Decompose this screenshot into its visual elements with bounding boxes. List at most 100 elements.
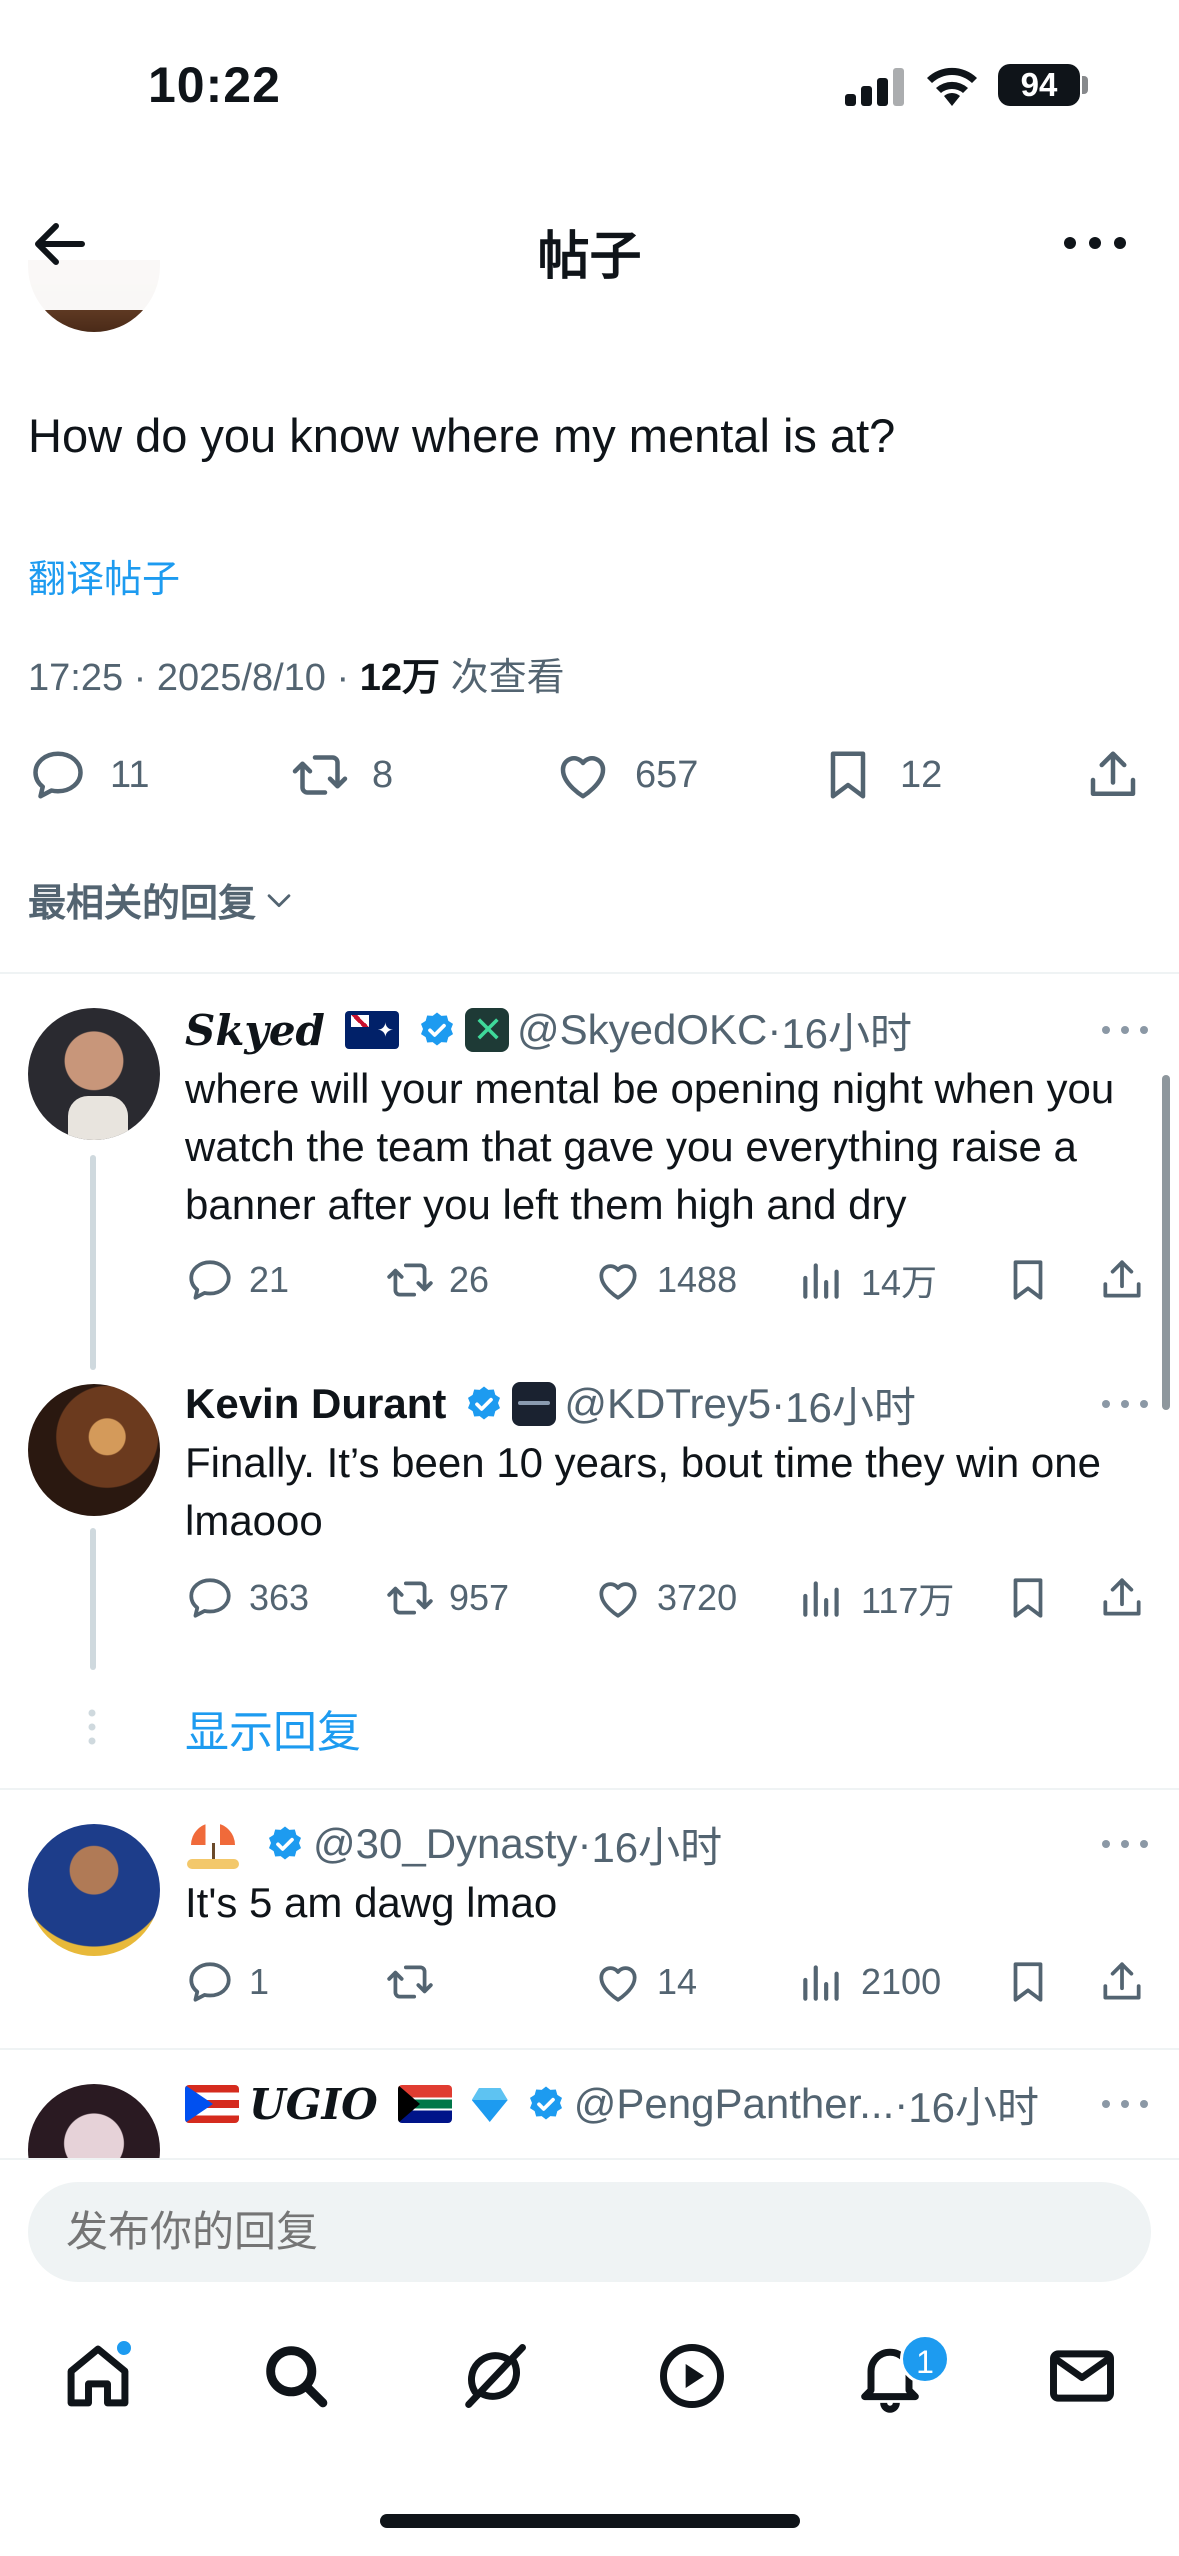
share-button[interactable]	[1097, 1950, 1161, 2014]
bookmark-icon	[1013, 1260, 1043, 1300]
post-time: 17:25	[28, 657, 124, 699]
like-count: 14	[657, 1961, 698, 2002]
reply-icon	[33, 751, 83, 799]
home-unread-dot	[114, 2338, 134, 2358]
gem-icon	[468, 2084, 512, 2124]
meta-separator: ·	[133, 657, 157, 699]
reply-button[interactable]: 21	[185, 1248, 289, 1312]
repost-count: 957	[449, 1577, 510, 1618]
bookmark-button[interactable]	[1003, 1248, 1067, 1312]
verified-badge-icon	[269, 1826, 301, 1860]
reply-icon	[189, 1962, 231, 2002]
views-button[interactable]: 14万	[797, 1248, 937, 1312]
reply-author-name[interactable]: Kevin Durant	[185, 1380, 446, 1428]
post-date: 2025/8/10	[156, 657, 326, 699]
reply-time: 16小时	[908, 2083, 1039, 2131]
repost-button[interactable]: 957	[385, 1566, 509, 1630]
composer-bar	[0, 2158, 1179, 2298]
reply-count: 21	[249, 1259, 290, 1300]
page-title: 帖子	[537, 228, 642, 286]
avatar[interactable]	[28, 1384, 160, 1516]
like-icon	[560, 756, 606, 799]
repost-icon	[387, 1581, 433, 1615]
repost-icon	[387, 1263, 433, 1297]
avatar[interactable]	[28, 1008, 160, 1140]
bookmark-icon	[830, 751, 866, 799]
bookmark-button[interactable]	[1003, 1950, 1067, 2014]
divider	[0, 1788, 1179, 1790]
reply-time: 16小时	[591, 1823, 723, 1871]
thread-line	[90, 1528, 96, 1670]
more-icon[interactable]	[1100, 1022, 1150, 1038]
reply-handle[interactable]: @KDTrey5	[564, 1380, 771, 1428]
share-icon	[1103, 1260, 1141, 1298]
meta-separator: ·	[336, 657, 360, 699]
share-button[interactable]	[1097, 1566, 1161, 1630]
share-button[interactable]	[1083, 735, 1165, 815]
battery-indicator: 94	[998, 64, 1080, 106]
mail-icon	[1050, 2350, 1114, 2402]
reply-input[interactable]	[28, 2182, 1151, 2282]
reply-handle[interactable]: @SkyedOKC	[517, 1006, 767, 1054]
video-icon	[660, 2344, 724, 2408]
repost-button[interactable]: 26	[385, 1248, 489, 1312]
reply-header: @30_Dynasty · 16小时	[185, 1814, 722, 1874]
bookmark-count: 12	[900, 753, 943, 796]
chevron-down-icon	[267, 893, 291, 907]
wifi-icon	[927, 67, 977, 106]
like-button[interactable]: 3720	[593, 1566, 737, 1630]
reply-text: where will your mental be opening night …	[185, 1065, 1115, 1228]
meta-separator: ·	[767, 1006, 782, 1053]
tab-messages[interactable]	[1044, 2338, 1124, 2418]
battery-cap	[1082, 76, 1088, 94]
like-icon	[599, 1582, 637, 1618]
more-icon[interactable]	[1100, 2096, 1150, 2112]
reply-header: 𝑼𝑮𝑰𝑶 @PengPanther... · 16小时	[185, 2074, 1039, 2134]
reply-button[interactable]: 11	[28, 735, 149, 815]
more-icon[interactable]	[1100, 1396, 1150, 1412]
share-icon	[1103, 1578, 1141, 1616]
tab-search[interactable]	[258, 2338, 338, 2418]
share-button[interactable]	[1097, 1248, 1161, 1312]
repost-button[interactable]	[385, 1950, 449, 2014]
reply-handle[interactable]: @30_Dynasty	[313, 1820, 577, 1868]
bookmark-button[interactable]: 12	[818, 735, 942, 815]
more-icon[interactable]	[1100, 1836, 1150, 1852]
views-count: 2100	[861, 1961, 942, 2002]
views-icon	[803, 1263, 839, 1299]
repost-button[interactable]: 8	[290, 735, 393, 815]
like-icon	[599, 1966, 637, 2002]
views-icon	[803, 1965, 839, 2001]
reply-text: It's 5 am dawg lmao	[185, 1879, 558, 1926]
scrollbar[interactable]	[1162, 1075, 1170, 1410]
views-button[interactable]: 2100	[797, 1950, 941, 2014]
reply-time: 16小时	[781, 1009, 913, 1057]
reply-author-name[interactable]: 𝑼𝑮𝑰𝑶	[249, 2080, 378, 2129]
avatar[interactable]	[28, 1824, 160, 1956]
like-button[interactable]: 657	[553, 735, 698, 815]
repost-icon	[292, 755, 348, 795]
notification-badge: 1	[900, 2334, 950, 2384]
reply-button[interactable]: 1	[185, 1950, 269, 2014]
like-button[interactable]: 1488	[593, 1248, 737, 1312]
more-icon[interactable]	[1060, 228, 1130, 258]
post-meta: 17:25 · 2025/8/10 · 12万 次查看	[28, 646, 565, 701]
reply-button[interactable]: 363	[185, 1566, 309, 1630]
post-views-label: 次查看	[450, 657, 565, 699]
views-button[interactable]: 117万	[797, 1566, 954, 1630]
translate-post-link[interactable]: 翻译帖子	[28, 548, 180, 603]
reply-count: 1	[249, 1961, 270, 2002]
show-replies-link[interactable]: 显示回复	[185, 1696, 361, 1760]
tab-grok[interactable]	[456, 2338, 536, 2418]
status-time: 10:22	[148, 57, 281, 113]
share-icon	[1090, 751, 1136, 796]
tab-video[interactable]	[654, 2338, 734, 2418]
like-button[interactable]: 14	[593, 1950, 697, 2014]
repost-count: 8	[372, 753, 394, 796]
meta-separator: ·	[577, 1820, 592, 1867]
bookmark-button[interactable]	[1003, 1566, 1067, 1630]
sort-label: 最相关的回复	[28, 883, 257, 925]
reply-author-name[interactable]: Skyed	[185, 1006, 325, 1055]
reply-handle[interactable]: @PengPanther...	[574, 2080, 895, 2128]
sort-replies-toggle[interactable]: 最相关的回复	[28, 872, 296, 927]
